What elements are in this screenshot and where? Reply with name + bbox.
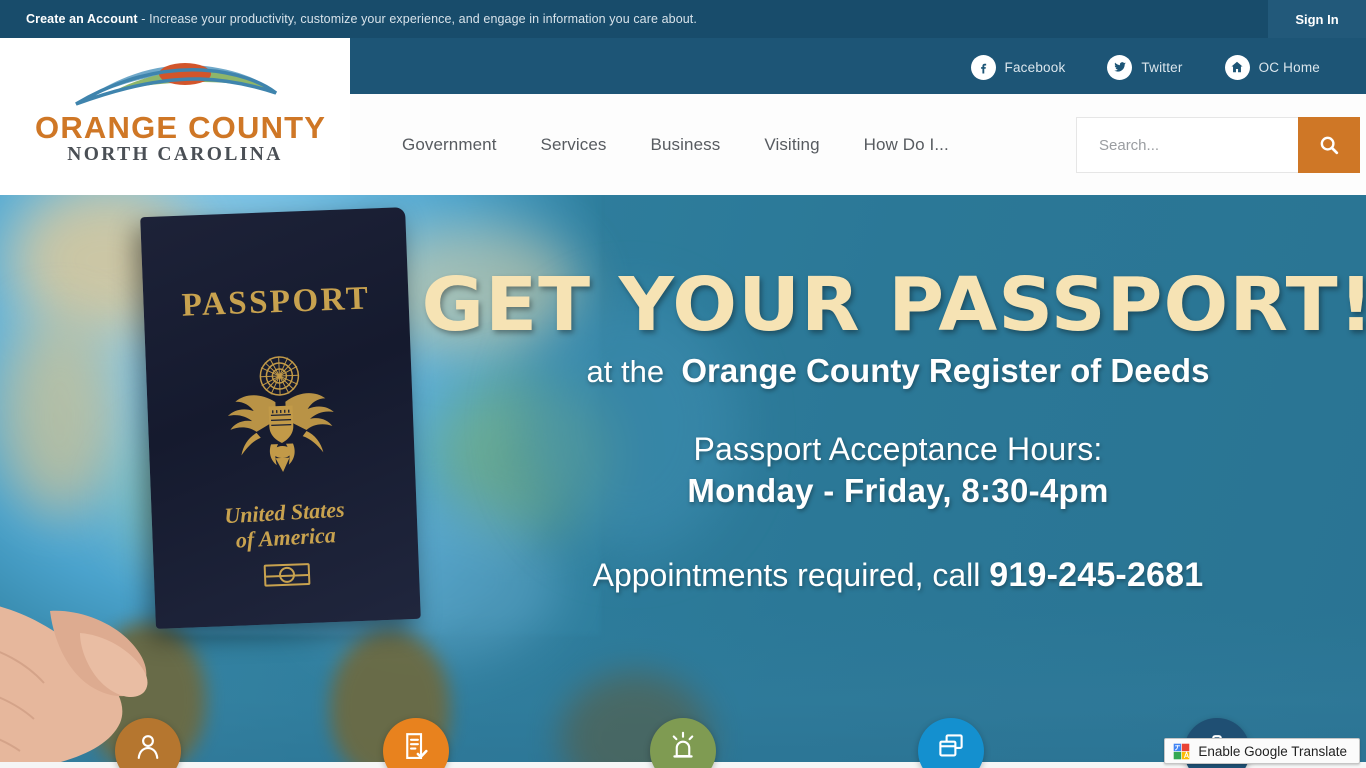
nav-item-services[interactable]: Services (519, 135, 629, 155)
social-links: Facebook Twitter OC Home (970, 52, 1320, 82)
hero-hours-value: Monday - Friday, 8:30-4pm (687, 472, 1109, 510)
search-input[interactable] (1076, 117, 1298, 173)
passport-title: PASSPORT (181, 280, 372, 324)
main-navigation: Government Services Business Visiting Ho… (350, 94, 1066, 195)
page-root: Create an Account - Increase your produc… (0, 0, 1366, 768)
nav-item-visiting[interactable]: Visiting (742, 135, 841, 155)
hero-subheadline: at the Orange County Register of Deeds (430, 352, 1366, 390)
logo-swoosh-icon (75, 62, 278, 106)
hero-subheadline-bold: Orange County Register of Deeds (681, 352, 1210, 390)
hero-appointments-text: Appointments required, call (592, 557, 981, 594)
hero-banner[interactable]: PASSPORT United States of America GET YO… (0, 195, 1366, 762)
nav-item-business[interactable]: Business (629, 135, 743, 155)
nav-item-government[interactable]: Government (380, 135, 519, 155)
hero-headline: GET YOUR PASSPORT! (421, 262, 1366, 348)
quick-link-alerts[interactable] (650, 718, 716, 768)
home-icon (1224, 54, 1250, 80)
quick-link-payments[interactable] (918, 718, 984, 768)
social-label-facebook: Facebook (1004, 59, 1066, 75)
alert-siren-icon (672, 731, 694, 758)
quick-link-person[interactable] (115, 718, 181, 768)
search-bar (1076, 117, 1360, 173)
hero-text-block: GET YOUR PASSPORT! at the Orange County … (421, 195, 1366, 762)
create-account-description: - Increase your productivity, customize … (137, 12, 697, 26)
create-account-message[interactable]: Create an Account - Increase your produc… (26, 12, 697, 26)
social-label-twitter: Twitter (1141, 59, 1183, 75)
utility-top-bar: Create an Account - Increase your produc… (0, 0, 1366, 38)
google-translate-label: Enable Google Translate (1198, 743, 1347, 759)
windows-icon (939, 734, 963, 757)
sign-in-button[interactable]: Sign In (1268, 0, 1366, 38)
social-link-oc-home[interactable]: OC Home (1224, 54, 1320, 80)
logo-secondary-text: NORTH CAROLINA (67, 143, 283, 165)
nav-item-how-do-i[interactable]: How Do I... (842, 135, 971, 155)
passport-chip-icon (263, 563, 310, 587)
passport-eagle-seal-icon (227, 356, 334, 472)
google-translate-bar[interactable]: Enable Google Translate (1164, 738, 1360, 764)
hero-subheadline-plain: at the (586, 354, 665, 390)
document-check-icon (406, 733, 428, 759)
hero-appointments-phone: 919-245-2681 (989, 556, 1204, 595)
create-account-link[interactable]: Create an Account (26, 12, 138, 26)
hero-hours-label: Passport Acceptance Hours: (693, 431, 1103, 468)
google-translate-icon (1174, 743, 1190, 759)
quick-link-agenda[interactable] (383, 718, 449, 768)
twitter-icon (1107, 54, 1133, 80)
facebook-icon (970, 54, 996, 80)
social-link-facebook[interactable]: Facebook (970, 54, 1066, 80)
social-label-oc-home: OC Home (1258, 59, 1320, 75)
site-logo[interactable]: ORANGE COUNTY NORTH CAROLINA (0, 38, 350, 195)
quick-links-row (0, 718, 1366, 768)
search-button[interactable] (1298, 117, 1360, 173)
hero-appointments: Appointments required, call 919-245-2681 (430, 556, 1366, 595)
social-link-twitter[interactable]: Twitter (1107, 54, 1183, 80)
search-icon (1320, 136, 1339, 155)
logo-primary-text: ORANGE COUNTY (35, 109, 327, 145)
person-icon (137, 735, 159, 759)
